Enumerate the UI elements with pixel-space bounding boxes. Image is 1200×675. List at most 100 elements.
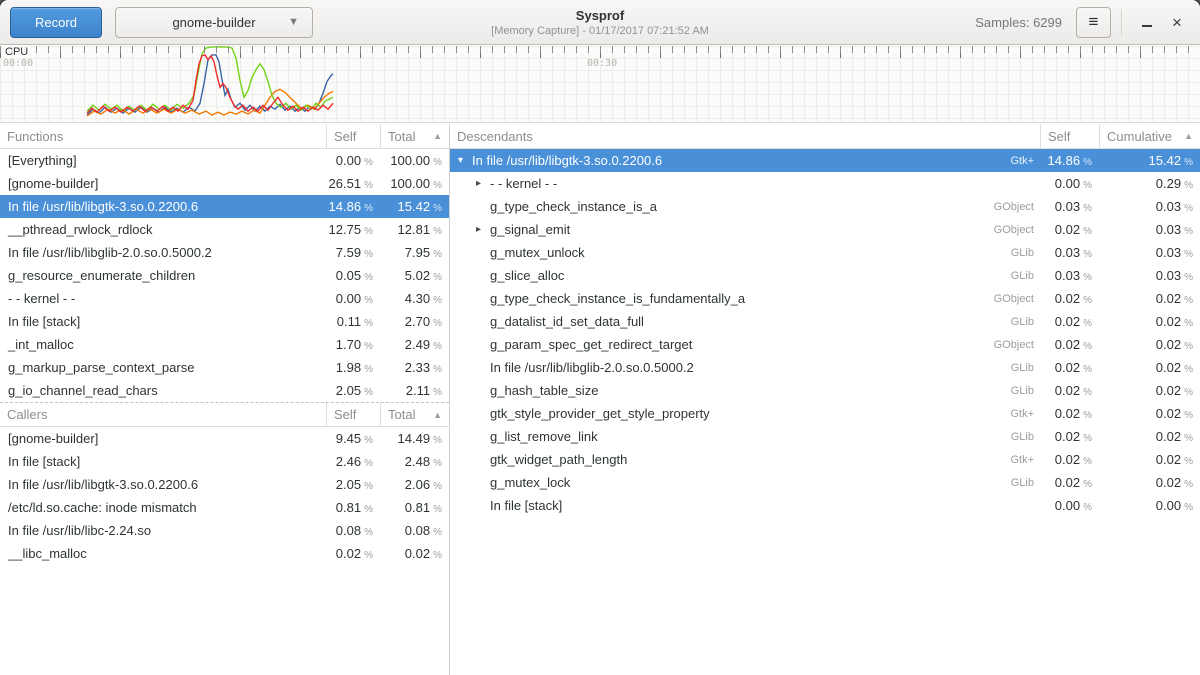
descendants-table-row[interactable]: g_type_check_instance_is_aGObject0.03%0.…	[450, 195, 1200, 218]
function-name: [Everything]	[0, 153, 326, 168]
close-button[interactable]: ×	[1162, 7, 1192, 38]
function-name: In file /usr/lib/libglib-2.0.so.0.5000.2	[0, 245, 326, 260]
descendants-self-column-header[interactable]: Self	[1040, 124, 1099, 148]
descendants-table-row[interactable]: ▸- - kernel - -0.00%0.29%	[450, 172, 1200, 195]
menu-button[interactable]: ≡	[1076, 7, 1111, 38]
functions-callers-pane: Functions Self Total▲ [Everything]0.00%1…	[0, 124, 449, 675]
cpu-timeline-graph[interactable]: CPU 00:00 00:30	[0, 46, 1200, 123]
functions-table-row[interactable]: _int_malloc1.70%2.49%	[0, 333, 449, 356]
percent-value: 0.08	[405, 523, 430, 538]
function-name: In file [stack]	[0, 314, 326, 329]
percent-value: 0.03	[1055, 268, 1080, 283]
total-value: 4.30%	[380, 291, 449, 306]
percent-unit: %	[433, 203, 442, 214]
percent-unit: %	[1083, 364, 1092, 375]
percent-unit: %	[364, 295, 373, 306]
percent-value: 1.70	[336, 337, 361, 352]
expander-closed-icon[interactable]: ▸	[476, 224, 490, 235]
percent-value: 0.02	[336, 546, 361, 561]
descendants-table-row[interactable]: g_list_remove_linkGLib0.02%0.02%	[450, 425, 1200, 448]
percent-value: 0.02	[1156, 337, 1181, 352]
functions-column-header[interactable]: Functions	[0, 124, 326, 148]
cpu-graph-label: CPU	[3, 46, 30, 58]
callers-total-column-header[interactable]: Total▲	[380, 403, 449, 426]
callers-self-column-header[interactable]: Self	[326, 403, 380, 426]
functions-table-row[interactable]: In file [stack]0.11%2.70%	[0, 310, 449, 333]
percent-unit: %	[364, 180, 373, 191]
expander-closed-icon[interactable]: ▸	[476, 178, 490, 189]
descendant-name-cell: In file /usr/lib/libglib-2.0.so.0.5000.2…	[450, 360, 1040, 375]
percent-value: 15.42	[1149, 153, 1182, 168]
percent-value: 0.29	[1156, 176, 1181, 191]
descendants-table-row[interactable]: g_type_check_instance_is_fundamentally_a…	[450, 287, 1200, 310]
function-name: gtk_widget_path_length	[490, 452, 627, 467]
percent-unit: %	[1184, 318, 1193, 329]
descendants-table-row[interactable]: gtk_style_provider_get_style_propertyGtk…	[450, 402, 1200, 425]
descendants-table-row[interactable]: ▾In file /usr/lib/libgtk-3.so.0.2200.6Gt…	[450, 149, 1200, 172]
percent-unit: %	[1083, 502, 1092, 513]
callers-table-row[interactable]: In file /usr/lib/libgtk-3.so.0.2200.62.0…	[0, 473, 449, 496]
self-value: 0.02%	[1040, 383, 1099, 398]
functions-total-column-header[interactable]: Total▲	[380, 124, 449, 148]
functions-table-row[interactable]: In file /usr/lib/libglib-2.0.so.0.5000.2…	[0, 241, 449, 264]
descendants-column-header[interactable]: Descendants	[450, 124, 1040, 148]
functions-table-row[interactable]: g_resource_enumerate_children0.05%5.02%	[0, 264, 449, 287]
percent-value: 0.02	[1156, 406, 1181, 421]
minimize-button[interactable]	[1132, 7, 1162, 38]
callers-table-row[interactable]: [gnome-builder]9.45%14.49%	[0, 427, 449, 450]
percent-unit: %	[433, 481, 442, 492]
descendants-table-row[interactable]: g_mutex_lockGLib0.02%0.02%	[450, 471, 1200, 494]
descendants-table-row[interactable]: ▸g_signal_emitGObject0.02%0.03%	[450, 218, 1200, 241]
function-name: g_hash_table_size	[490, 383, 598, 398]
percent-unit: %	[433, 295, 442, 306]
total-value: 0.02%	[380, 546, 449, 561]
callers-table-row[interactable]: /etc/ld.so.cache: inode mismatch0.81%0.8…	[0, 496, 449, 519]
functions-table-row[interactable]: g_io_channel_read_chars2.05%2.11%	[0, 379, 449, 402]
function-name: g_resource_enumerate_children	[0, 268, 326, 283]
percent-value: 0.02	[1055, 222, 1080, 237]
descendants-table-row[interactable]: g_datalist_id_set_data_fullGLib0.02%0.02…	[450, 310, 1200, 333]
descendant-name-cell: g_mutex_unlockGLib	[450, 245, 1040, 260]
descendants-table-row[interactable]: gtk_widget_path_lengthGtk+0.02%0.02%	[450, 448, 1200, 471]
percent-value: 26.51	[329, 176, 362, 191]
percent-value: 2.05	[336, 383, 361, 398]
descendants-table-row[interactable]: g_slice_allocGLib0.03%0.03%	[450, 264, 1200, 287]
percent-value: 100.00	[390, 153, 430, 168]
percent-value: 0.03	[1055, 199, 1080, 214]
functions-table-row[interactable]: - - kernel - -0.00%4.30%	[0, 287, 449, 310]
functions-table-row[interactable]: __pthread_rwlock_rdlock12.75%12.81%	[0, 218, 449, 241]
functions-table-row[interactable]: [gnome-builder]26.51%100.00%	[0, 172, 449, 195]
percent-unit: %	[1184, 456, 1193, 467]
descendant-name-cell: ▸g_signal_emitGObject	[450, 222, 1040, 237]
callers-table-row[interactable]: __libc_malloc0.02%0.02%	[0, 542, 449, 565]
percent-value: 12.75	[329, 222, 362, 237]
self-value: 0.02%	[1040, 452, 1099, 467]
expander-open-icon[interactable]: ▾	[458, 155, 472, 166]
descendants-cumulative-column-header[interactable]: Cumulative▲	[1099, 124, 1200, 148]
descendants-table-row[interactable]: g_param_spec_get_redirect_targetGObject0…	[450, 333, 1200, 356]
functions-table-row[interactable]: [Everything]0.00%100.00%	[0, 149, 449, 172]
descendants-table-row[interactable]: g_mutex_unlockGLib0.03%0.03%	[450, 241, 1200, 264]
percent-unit: %	[1184, 272, 1193, 283]
callers-table-row[interactable]: In file [stack]2.46%2.48%	[0, 450, 449, 473]
descendants-table-row[interactable]: In file [stack]0.00%0.00%	[450, 494, 1200, 517]
library-badge: Gtk+	[1010, 408, 1040, 420]
callers-table-row[interactable]: In file /usr/lib/libc-2.24.so0.08%0.08%	[0, 519, 449, 542]
percent-value: 7.59	[336, 245, 361, 260]
descendants-table-row[interactable]: g_hash_table_sizeGLib0.02%0.02%	[450, 379, 1200, 402]
percent-value: 0.02	[1156, 452, 1181, 467]
function-name: - - kernel - -	[0, 291, 326, 306]
callers-column-header[interactable]: Callers	[0, 403, 326, 426]
percent-unit: %	[364, 341, 373, 352]
record-button[interactable]: Record	[10, 7, 102, 38]
percent-unit: %	[1083, 295, 1092, 306]
library-badge: GLib	[1011, 477, 1040, 489]
descendants-table-row[interactable]: In file /usr/lib/libglib-2.0.so.0.5000.2…	[450, 356, 1200, 379]
functions-self-column-header[interactable]: Self	[326, 124, 380, 148]
function-name: In file /usr/lib/libgtk-3.so.0.2200.6	[0, 199, 326, 214]
functions-table-row[interactable]: In file /usr/lib/libgtk-3.so.0.2200.614.…	[0, 195, 449, 218]
functions-table-row[interactable]: g_markup_parse_context_parse1.98%2.33%	[0, 356, 449, 379]
percent-unit: %	[364, 387, 373, 398]
process-selector[interactable]: gnome-builder ▼	[115, 7, 313, 38]
percent-unit: %	[364, 272, 373, 283]
